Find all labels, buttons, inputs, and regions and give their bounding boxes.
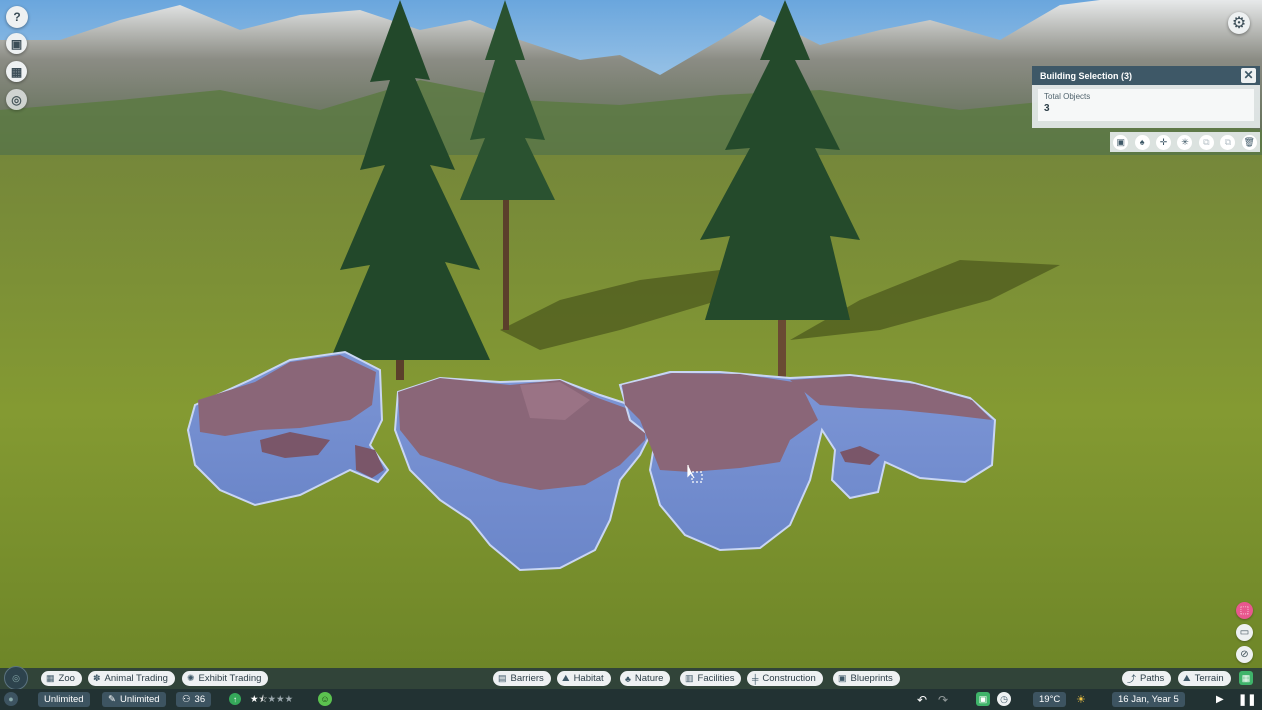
habitat-icon: ⛰	[562, 673, 570, 683]
temperature-value: 19°C	[1039, 694, 1061, 705]
construction-button[interactable]: ╪ Construction	[747, 671, 823, 686]
happy-face-icon: ☺	[318, 692, 332, 706]
move-icon[interactable]: ✛	[1156, 134, 1172, 150]
help-icon[interactable]: ?	[6, 6, 28, 28]
construction-label: Construction	[762, 673, 816, 684]
total-objects-value: 3	[1044, 103, 1050, 114]
selection-mode-icon[interactable]: ⬚	[1236, 602, 1253, 619]
panel-title: Building Selection (3)	[1040, 70, 1133, 81]
research-display: ✎ Unlimited	[102, 692, 166, 707]
play-icon[interactable]: ▶	[1216, 692, 1224, 707]
terrain-button[interactable]: ⛰ Terrain	[1178, 671, 1231, 686]
undo-icon[interactable]: ↶	[917, 692, 927, 707]
exhibit-trading-button[interactable]: ✺ Exhibit Trading	[182, 671, 269, 686]
blueprints-button[interactable]: ▣ Blueprints	[833, 671, 900, 686]
nature-button[interactable]: ♣ Nature	[620, 671, 671, 686]
fence-icon: ▤	[498, 673, 507, 683]
grid-toggle-icon[interactable]: ▦	[1239, 671, 1253, 685]
building-selection-panel: Building Selection (3) ✕ Total Objects 3	[1032, 66, 1260, 128]
guests-value: 36	[194, 694, 206, 705]
duplicate-icon[interactable]: ⧉	[1198, 134, 1214, 150]
menu-dot-icon[interactable]: ●	[4, 692, 18, 706]
nature-label: Nature	[634, 673, 664, 684]
terrain-icon: ⛰	[1183, 673, 1191, 683]
barriers-label: Barriers	[510, 673, 544, 684]
blueprint-icon: ▣	[838, 673, 847, 683]
status-bar: ● Unlimited ✎ Unlimited ⚇ 36 ↑ ★ ⯪ ★★★ ☺ ↶ ↷…	[0, 689, 1262, 710]
calendar-icon[interactable]: ▦	[6, 61, 27, 82]
close-icon[interactable]: ✕	[1241, 68, 1256, 83]
guests-display: ⚇ 36	[176, 692, 212, 707]
settings-gear-icon[interactable]: ⚙	[1228, 12, 1250, 34]
construction-icon: ╪	[752, 673, 759, 684]
map-icon[interactable]: ▣	[976, 692, 990, 706]
zoo-info-icon[interactable]: ▣	[6, 33, 27, 54]
total-objects-label: Total Objects	[1044, 92, 1091, 101]
zoo-rating-stars: ★ ⯪ ★★★	[250, 693, 294, 706]
date-value: 16 Jan, Year 5	[1118, 694, 1179, 705]
habitat-label: Habitat	[573, 673, 604, 684]
redo-icon[interactable]: ↷	[938, 692, 948, 707]
money-value: Unlimited	[44, 694, 84, 705]
research-icon: ✎	[108, 694, 116, 705]
time-icon[interactable]: ◷	[997, 692, 1011, 706]
exhibit-trading-label: Exhibit Trading	[198, 673, 262, 684]
radial-menu-icon[interactable]: ◎	[4, 666, 28, 690]
path-icon: ⤴	[1127, 674, 1137, 684]
blueprint-save-icon[interactable]: ▣	[1113, 134, 1129, 150]
place-object-icon[interactable]: ♠	[1134, 134, 1150, 150]
research-value: Unlimited	[119, 694, 160, 705]
blueprints-label: Blueprints	[850, 673, 893, 684]
pause-icon[interactable]: ❚❚	[1238, 692, 1256, 707]
delete-icon[interactable]: 🗑	[1241, 134, 1257, 150]
facilities-button[interactable]: ▥ Facilities	[680, 671, 742, 686]
exhibit-icon: ✺	[187, 673, 195, 683]
cancel-icon[interactable]: ⊘	[1236, 646, 1253, 663]
paths-label: Paths	[1140, 673, 1165, 684]
barriers-button[interactable]: ▤ Barriers	[493, 671, 551, 686]
terrain-label: Terrain	[1194, 673, 1224, 684]
zoo-label: Zoo	[58, 673, 75, 684]
facilities-label: Facilities	[697, 673, 735, 684]
guests-icon: ⚇	[182, 694, 191, 705]
view-toggle-icon[interactable]: ◎	[6, 89, 27, 110]
animal-trading-label: Animal Trading	[104, 673, 168, 684]
guest-trend-up-icon: ↑	[229, 693, 241, 705]
camera-icon[interactable]: ▭	[1236, 624, 1253, 641]
advanced-move-icon[interactable]: ✳	[1177, 134, 1193, 150]
palm-tree-icon: ♣	[625, 673, 631, 684]
sun-icon: ☀	[1076, 694, 1086, 706]
money-display: Unlimited	[38, 692, 90, 707]
zoo-icon: ▦	[46, 673, 55, 683]
build-menu-bar: ◎ ▦ Zoo ✽ Animal Trading ✺ Exhibit Trading …	[0, 666, 1262, 690]
animal-trading-button[interactable]: ✽ Animal Trading	[88, 671, 175, 686]
zoo-button[interactable]: ▦ Zoo	[41, 671, 82, 686]
habitat-button[interactable]: ⛰ Habitat	[557, 671, 611, 686]
selection-tools: ▣ ♠ ✛ ✳ ⧉ ⧉ 🗑	[1110, 132, 1260, 152]
date-display: 16 Jan, Year 5	[1112, 692, 1185, 707]
building-icon: ▥	[685, 673, 694, 683]
paw-icon: ✽	[93, 673, 101, 683]
group-icon[interactable]: ⧉	[1220, 134, 1236, 150]
temperature-display: 19°C	[1033, 692, 1067, 707]
paths-button[interactable]: ⤴ Paths	[1122, 671, 1172, 686]
